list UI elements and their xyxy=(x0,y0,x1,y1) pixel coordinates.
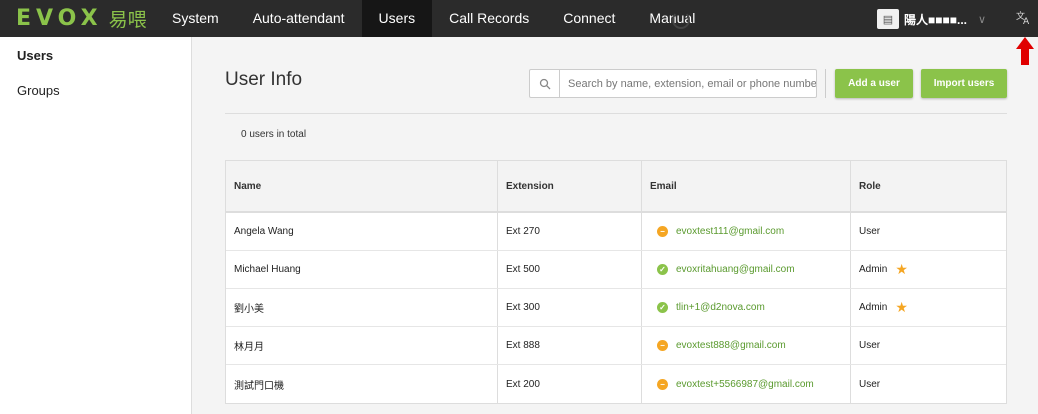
cell-role: User xyxy=(851,213,1006,250)
column-header-name[interactable]: Name xyxy=(226,161,498,211)
main-nav: System Auto-attendant Users Call Records… xyxy=(155,0,712,37)
table-row[interactable]: Michael Huang Ext 500 ✓ evoxritahuang@gmail… xyxy=(226,251,1006,289)
star-icon: ★ xyxy=(895,261,908,277)
cell-email: ✓ evoxritahuang@gmail.com xyxy=(642,251,851,288)
cell-extension: Ext 270 xyxy=(498,213,642,250)
cell-email: − evoxtest+5566987@gmail.com xyxy=(642,365,851,403)
cell-email: ✓ tlin+1@d2nova.com xyxy=(642,289,851,326)
account-icon: ▤ xyxy=(877,9,899,29)
column-header-extension[interactable]: Extension xyxy=(498,161,642,211)
check-circle-icon: ✓ xyxy=(657,264,668,275)
minus-circle-icon: − xyxy=(657,340,668,351)
main-content: User Info Add a user Import users 0 user… xyxy=(192,37,1038,414)
nav-auto-attendant[interactable]: Auto-attendant xyxy=(236,0,362,37)
email-link[interactable]: evoxtest888@gmail.com xyxy=(676,340,786,351)
logo-text: EVOX xyxy=(16,6,103,31)
account-name: 陽人■■■■... xyxy=(904,12,967,27)
table-row[interactable]: Angela Wang Ext 270− evoxtest111@gmail.com… xyxy=(226,213,1006,251)
sidebar-item-groups[interactable]: Groups xyxy=(17,83,60,98)
table-header: Name Extension Email Role xyxy=(226,161,1006,213)
header-divider xyxy=(225,113,1007,114)
logo-cn-text: 易喂 xyxy=(108,9,147,31)
cell-role: User xyxy=(851,365,1006,403)
sidebar-item-users[interactable]: Users xyxy=(17,48,53,63)
role-text: User xyxy=(859,378,881,390)
column-header-role[interactable]: Role xyxy=(851,161,1006,211)
cell-extension: Ext 200 xyxy=(498,365,642,403)
cell-role: Admin ★ xyxy=(851,251,1006,288)
cell-extension: Ext 300 xyxy=(498,289,642,326)
cell-role: User xyxy=(851,327,1006,364)
page-title: User Info xyxy=(225,69,303,90)
cell-email: − evoxtest888@gmail.com xyxy=(642,327,851,364)
table-row[interactable]: 測試門口機 Ext 200− evoxtest+5566987@gmail.com U… xyxy=(226,365,1006,403)
table-body: Angela Wang Ext 270− evoxtest111@gmail.com… xyxy=(226,213,1006,403)
role-text: User xyxy=(859,340,881,351)
cell-email: − evoxtest111@gmail.com xyxy=(642,213,851,250)
email-link[interactable]: tlin+1@d2nova.com xyxy=(676,302,765,313)
cell-name[interactable]: 林月月 xyxy=(226,327,498,364)
cell-extension: Ext 500 xyxy=(498,251,642,288)
search-box xyxy=(529,69,817,98)
search-icon[interactable] xyxy=(530,70,560,97)
cell-name[interactable]: Angela Wang xyxy=(226,213,498,250)
top-navbar: EVOX 易喂 System Auto-attendant Users Call… xyxy=(0,0,1038,37)
chevron-down-icon: ∨ xyxy=(978,13,987,26)
role-text: Admin xyxy=(859,264,888,275)
column-header-email[interactable]: Email xyxy=(642,161,851,211)
minus-circle-icon: − xyxy=(657,378,668,390)
role-text: User xyxy=(859,226,881,237)
email-link[interactable]: evoxritahuang@gmail.com xyxy=(676,264,795,275)
loading-spinner-icon xyxy=(672,11,690,29)
translate-icon[interactable]: 文A xyxy=(1016,9,1032,29)
check-circle-icon: ✓ xyxy=(657,302,668,313)
import-users-button[interactable]: Import users xyxy=(921,69,1007,98)
cell-name[interactable]: 測試門口機 xyxy=(226,365,498,403)
cell-extension: Ext 888 xyxy=(498,327,642,364)
role-text: Admin xyxy=(859,302,888,313)
svg-text:A: A xyxy=(1023,17,1030,25)
evox-logo[interactable]: EVOX 易喂 xyxy=(16,5,147,32)
users-total-count: 0 users in total xyxy=(241,129,307,140)
email-link[interactable]: evoxtest111@gmail.com xyxy=(676,226,784,237)
toolbar-divider xyxy=(825,69,826,98)
account-menu[interactable]: ▤ 陽人■■■■... ∨ xyxy=(877,9,986,29)
cell-name[interactable]: Michael Huang xyxy=(226,251,498,288)
sidebar: Users Groups xyxy=(0,37,192,414)
nav-system[interactable]: System xyxy=(155,0,236,37)
nav-connect[interactable]: Connect xyxy=(546,0,632,37)
search-input[interactable] xyxy=(560,70,816,97)
minus-circle-icon: − xyxy=(657,226,668,237)
email-link[interactable]: evoxtest+5566987@gmail.com xyxy=(676,379,814,390)
cell-name[interactable]: 劉小美 xyxy=(226,289,498,326)
users-table: Name Extension Email Role Angela Wang Ext… xyxy=(225,160,1007,404)
cell-role: Admin ★ xyxy=(851,289,1006,326)
star-icon: ★ xyxy=(895,299,908,315)
nav-call-records[interactable]: Call Records xyxy=(432,0,546,37)
table-row[interactable]: 林月月 Ext 888− evoxtest888@gmail.com User xyxy=(226,327,1006,365)
add-user-button[interactable]: Add a user xyxy=(835,69,913,98)
nav-users[interactable]: Users xyxy=(361,0,433,37)
table-row[interactable]: 劉小美 Ext 300 ✓ tlin+1@d2nova.com Admin ★ xyxy=(226,289,1006,327)
